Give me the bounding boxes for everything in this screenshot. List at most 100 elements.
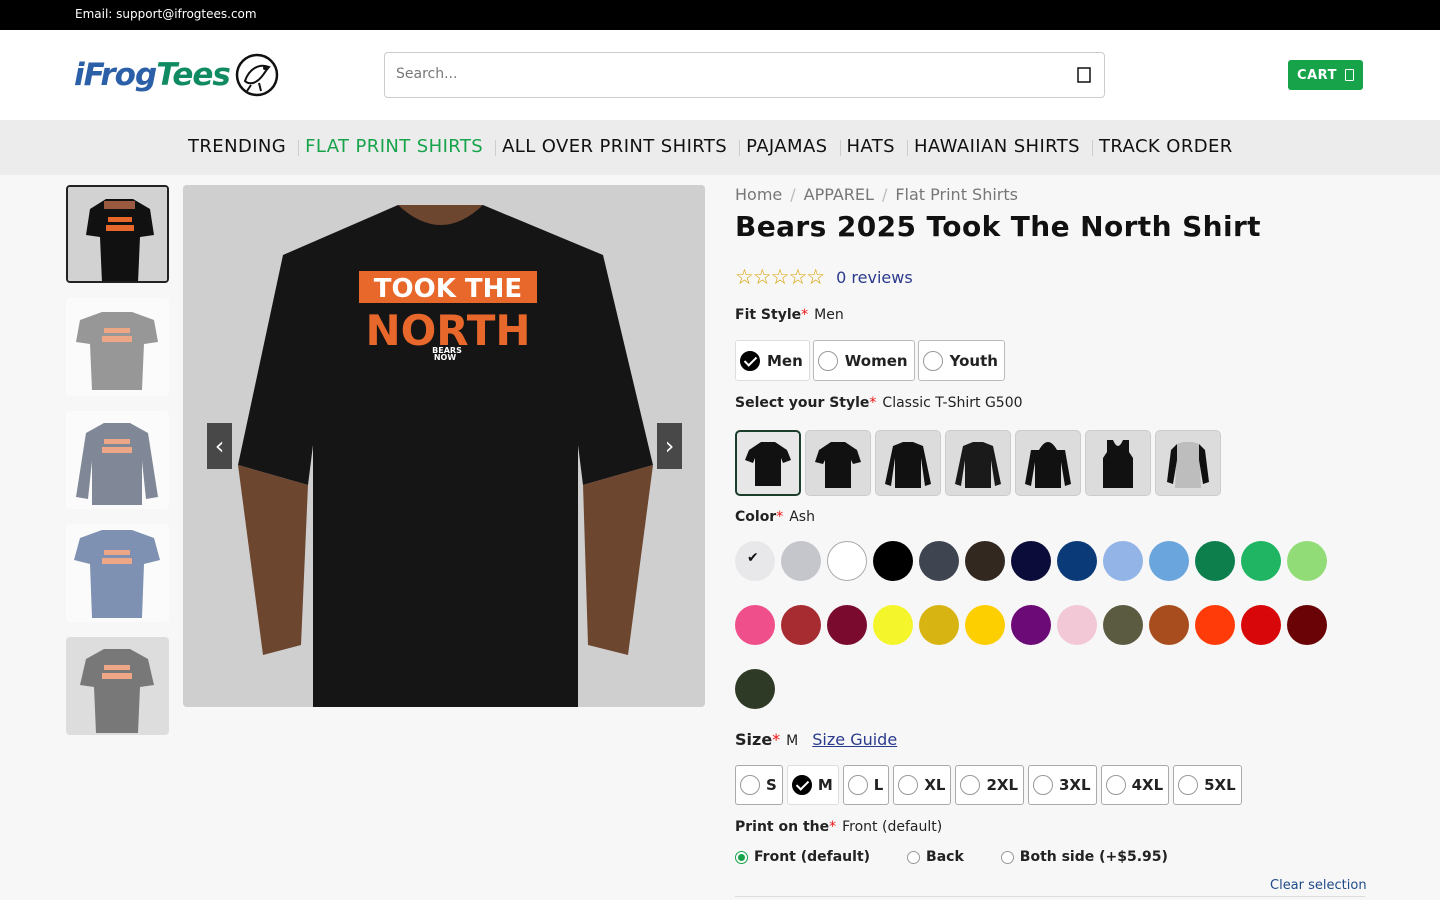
thumbnail-gray-tshirt[interactable] xyxy=(66,298,169,396)
reviews-link[interactable]: 0 reviews xyxy=(836,268,913,287)
search-box xyxy=(384,52,1105,98)
size-option-xl[interactable]: XL xyxy=(893,765,952,805)
nav-item-track-order[interactable]: TRACK ORDER xyxy=(1091,136,1246,157)
product-title: Bears 2025 Took The North Shirt xyxy=(735,210,1261,243)
print-option-front[interactable]: Front (default) xyxy=(735,849,870,865)
color-swatch[interactable] xyxy=(1057,541,1097,581)
color-swatch[interactable] xyxy=(1241,605,1281,645)
color-swatch[interactable] xyxy=(1149,605,1189,645)
color-swatch[interactable] xyxy=(965,541,1005,581)
prev-image-button[interactable]: ‹ xyxy=(207,423,232,469)
clear-selection-link[interactable]: Clear selection xyxy=(1270,878,1367,893)
fit-option-women[interactable]: Women xyxy=(812,340,915,381)
color-swatch[interactable] xyxy=(1103,605,1143,645)
size-option-5xl[interactable]: 5XL xyxy=(1173,765,1242,805)
thumbnail-model-tshirt[interactable] xyxy=(66,637,169,735)
size-option-s[interactable]: S xyxy=(735,765,783,805)
size-option-m[interactable]: M xyxy=(786,765,839,805)
color-swatch[interactable] xyxy=(873,605,913,645)
fit-option-youth[interactable]: Youth xyxy=(917,340,1005,381)
divider xyxy=(735,896,1365,897)
style-classic-tshirt[interactable] xyxy=(735,430,801,496)
size-value: M xyxy=(786,733,799,749)
color-swatch[interactable] xyxy=(781,605,821,645)
thumbnail-navy-sweatshirt[interactable] xyxy=(66,411,169,509)
thumbnail-black-tshirt[interactable] xyxy=(66,185,169,283)
color-value: Ash xyxy=(789,509,815,525)
color-swatch[interactable] xyxy=(1287,605,1327,645)
shirt-text-line1: TOOK THE xyxy=(374,274,522,304)
print-options: Front (default) Back Both side (+$5.95) xyxy=(735,849,1205,865)
site-header: iFrogTees CART xyxy=(0,30,1440,120)
color-swatch[interactable] xyxy=(1195,541,1235,581)
nav-item-hawaiian-shirts[interactable]: HAWAIIAN SHIRTS xyxy=(906,136,1093,157)
breadcrumb-home[interactable]: Home xyxy=(735,185,782,204)
size-option-3xl[interactable]: 3XL xyxy=(1028,765,1097,805)
main-nav: TRENDING FLAT PRINT SHIRTS ALL OVER PRIN… xyxy=(0,120,1440,175)
search-input[interactable] xyxy=(396,66,1036,82)
print-label: Print on the* Front (default) xyxy=(735,819,943,835)
style-value: Classic T-Shirt G500 xyxy=(882,395,1023,411)
next-image-button[interactable]: › xyxy=(657,423,682,469)
color-swatch[interactable] xyxy=(1011,605,1051,645)
size-option-l[interactable]: L xyxy=(842,765,890,805)
print-option-both[interactable]: Both side (+$5.95) xyxy=(1000,849,1168,865)
breadcrumb-flat-print-shirts[interactable]: Flat Print Shirts xyxy=(895,185,1018,204)
color-swatch[interactable] xyxy=(735,605,775,645)
check-icon xyxy=(740,350,760,371)
size-option-4xl[interactable]: 4XL xyxy=(1100,765,1170,805)
product-info: Home / APPAREL / Flat Print Shirts Bears 202… xyxy=(735,185,1375,897)
color-swatch[interactable] xyxy=(1057,605,1097,645)
fit-style-label: Fit Style* Men xyxy=(735,307,844,323)
fit-style-options: Men Women Youth xyxy=(735,340,1008,381)
print-option-back[interactable]: Back xyxy=(907,849,964,865)
color-swatches xyxy=(735,541,1345,733)
color-swatch[interactable] xyxy=(873,541,913,581)
color-swatch[interactable] xyxy=(735,541,775,581)
color-swatch[interactable] xyxy=(1149,541,1189,581)
fit-option-men[interactable]: Men xyxy=(735,340,810,381)
support-email[interactable]: Email: support@ifrogtees.com xyxy=(75,7,257,21)
color-label: Color* Ash xyxy=(735,509,815,525)
main-product-image[interactable]: TOOK THE NORTH BEARS NOW ‹ › xyxy=(183,185,705,707)
product-photo: TOOK THE NORTH BEARS NOW xyxy=(183,185,705,707)
size-guide-link[interactable]: Size Guide xyxy=(812,730,897,749)
color-swatch[interactable] xyxy=(1195,605,1235,645)
print-value: Front (default) xyxy=(842,819,943,835)
color-swatch[interactable] xyxy=(1241,541,1281,581)
style-tank-top[interactable] xyxy=(1085,430,1151,496)
search-icon[interactable] xyxy=(1076,66,1092,84)
shirt-tag-line2: NOW xyxy=(434,353,456,362)
size-option-2xl[interactable]: 2XL xyxy=(955,765,1024,805)
size-label: Size* M Size Guide xyxy=(735,730,898,749)
style-hoodie[interactable] xyxy=(1015,430,1081,496)
color-swatch[interactable] xyxy=(827,605,867,645)
style-raglan[interactable] xyxy=(1155,430,1221,496)
breadcrumb-apparel[interactable]: APPAREL xyxy=(804,185,874,204)
color-swatch[interactable] xyxy=(1287,541,1327,581)
size-options: S M L XL 2XL 3XL 4XL 5XL xyxy=(735,765,1246,805)
nav-item-trending[interactable]: TRENDING xyxy=(182,136,299,157)
cart-button[interactable]: CART xyxy=(1288,60,1363,90)
chevron-right-icon: › xyxy=(664,432,675,460)
color-swatch[interactable] xyxy=(965,605,1005,645)
color-swatch[interactable] xyxy=(827,541,867,581)
style-long-sleeve[interactable] xyxy=(875,430,941,496)
chevron-left-icon: ‹ xyxy=(214,432,225,460)
nav-item-flat-print-shirts[interactable]: FLAT PRINT SHIRTS xyxy=(298,136,496,157)
nav-item-pajamas[interactable]: PAJAMAS xyxy=(739,136,840,157)
color-swatch[interactable] xyxy=(781,541,821,581)
site-logo[interactable]: iFrogTees xyxy=(74,50,281,100)
cart-icon xyxy=(1344,69,1354,81)
color-swatch[interactable] xyxy=(735,669,775,709)
color-swatch[interactable] xyxy=(1103,541,1143,581)
color-swatch[interactable] xyxy=(1011,541,1051,581)
thumbnail-blue-tshirt[interactable] xyxy=(66,524,169,622)
style-sweatshirt[interactable] xyxy=(945,430,1011,496)
color-swatch[interactable] xyxy=(919,605,959,645)
nav-item-all-over-print-shirts[interactable]: ALL OVER PRINT SHIRTS xyxy=(495,136,740,157)
style-options xyxy=(735,430,1225,496)
color-swatch[interactable] xyxy=(919,541,959,581)
style-premium-tshirt[interactable] xyxy=(805,430,871,496)
nav-item-hats[interactable]: HATS xyxy=(839,136,908,157)
